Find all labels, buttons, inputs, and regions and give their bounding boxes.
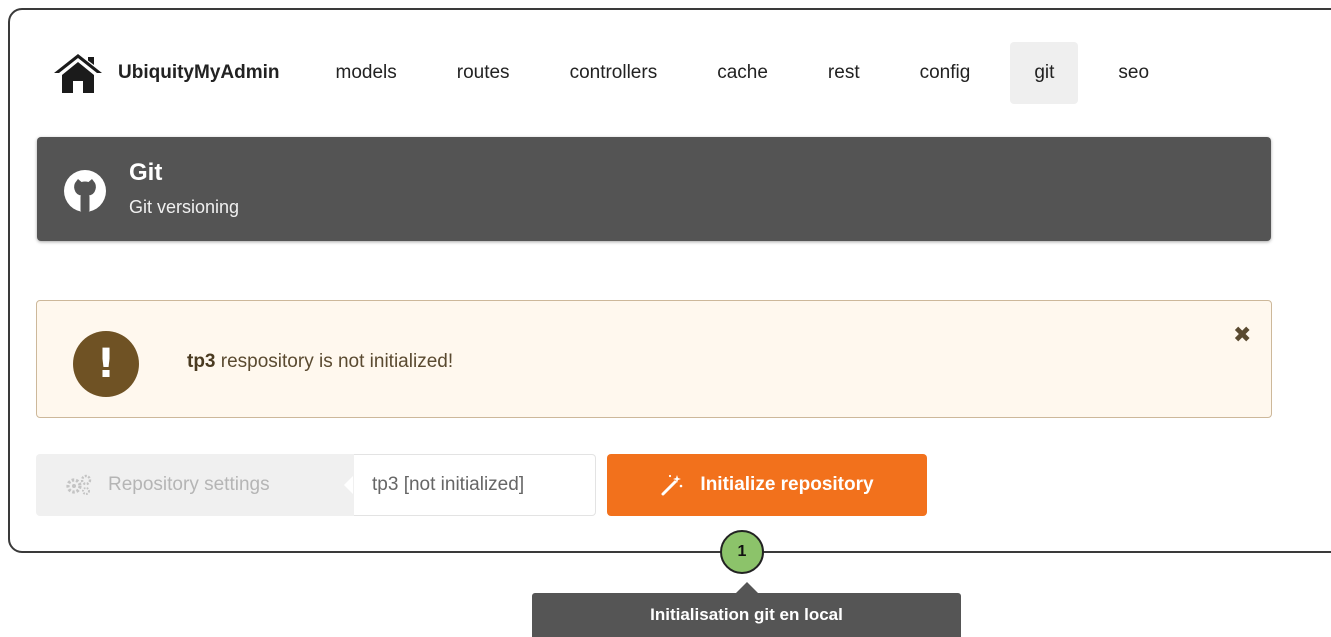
step-badge: 1 [720,530,764,574]
warning-message: ! tp3 respository is not initialized! ✖ [36,300,1272,418]
initialize-repository-label: Initialize repository [700,474,874,495]
brand-label: UbiquityMyAdmin [118,62,280,83]
repository-status-label: tp3 [not initialized] [354,454,596,516]
page-subtitle: Git versioning [129,197,240,217]
menu-item-models[interactable]: models [306,42,427,104]
menu-item-seo[interactable]: seo [1088,42,1179,104]
page-header: Git Git versioning [37,137,1271,241]
warning-message-text: respository is not initialized! [215,351,454,372]
menu-item-controllers[interactable]: controllers [540,42,688,104]
menu-item-cache[interactable]: cache [687,42,798,104]
magic-wand-icon [661,474,683,496]
page-title: Git [129,159,163,186]
repository-settings-label: Repository settings [108,474,270,495]
home-icon [54,54,102,93]
gears-icon [66,474,92,495]
tooltip-arrow [736,582,758,593]
menu-item-git[interactable]: git [1010,42,1079,104]
exclamation-icon: ! [73,331,139,397]
initialize-repository-button[interactable]: Initialize repository [607,454,927,516]
menu-item-rest[interactable]: rest [798,42,890,104]
close-icon[interactable]: ✖ [1233,323,1251,348]
repository-settings-button[interactable]: Repository settings [36,454,354,516]
menu-item-config[interactable]: config [890,42,1001,104]
main-menu: UbiquityMyAdmin models routes controller… [52,40,1179,106]
label-pointer [344,476,353,494]
brand[interactable]: UbiquityMyAdmin [52,51,280,95]
menu-item-routes[interactable]: routes [427,42,540,104]
github-icon [64,170,106,212]
warning-text: tp3 respository is not initialized! [187,351,453,373]
tooltip: Initialisation git en local [532,593,961,637]
repo-name: tp3 [187,351,216,372]
